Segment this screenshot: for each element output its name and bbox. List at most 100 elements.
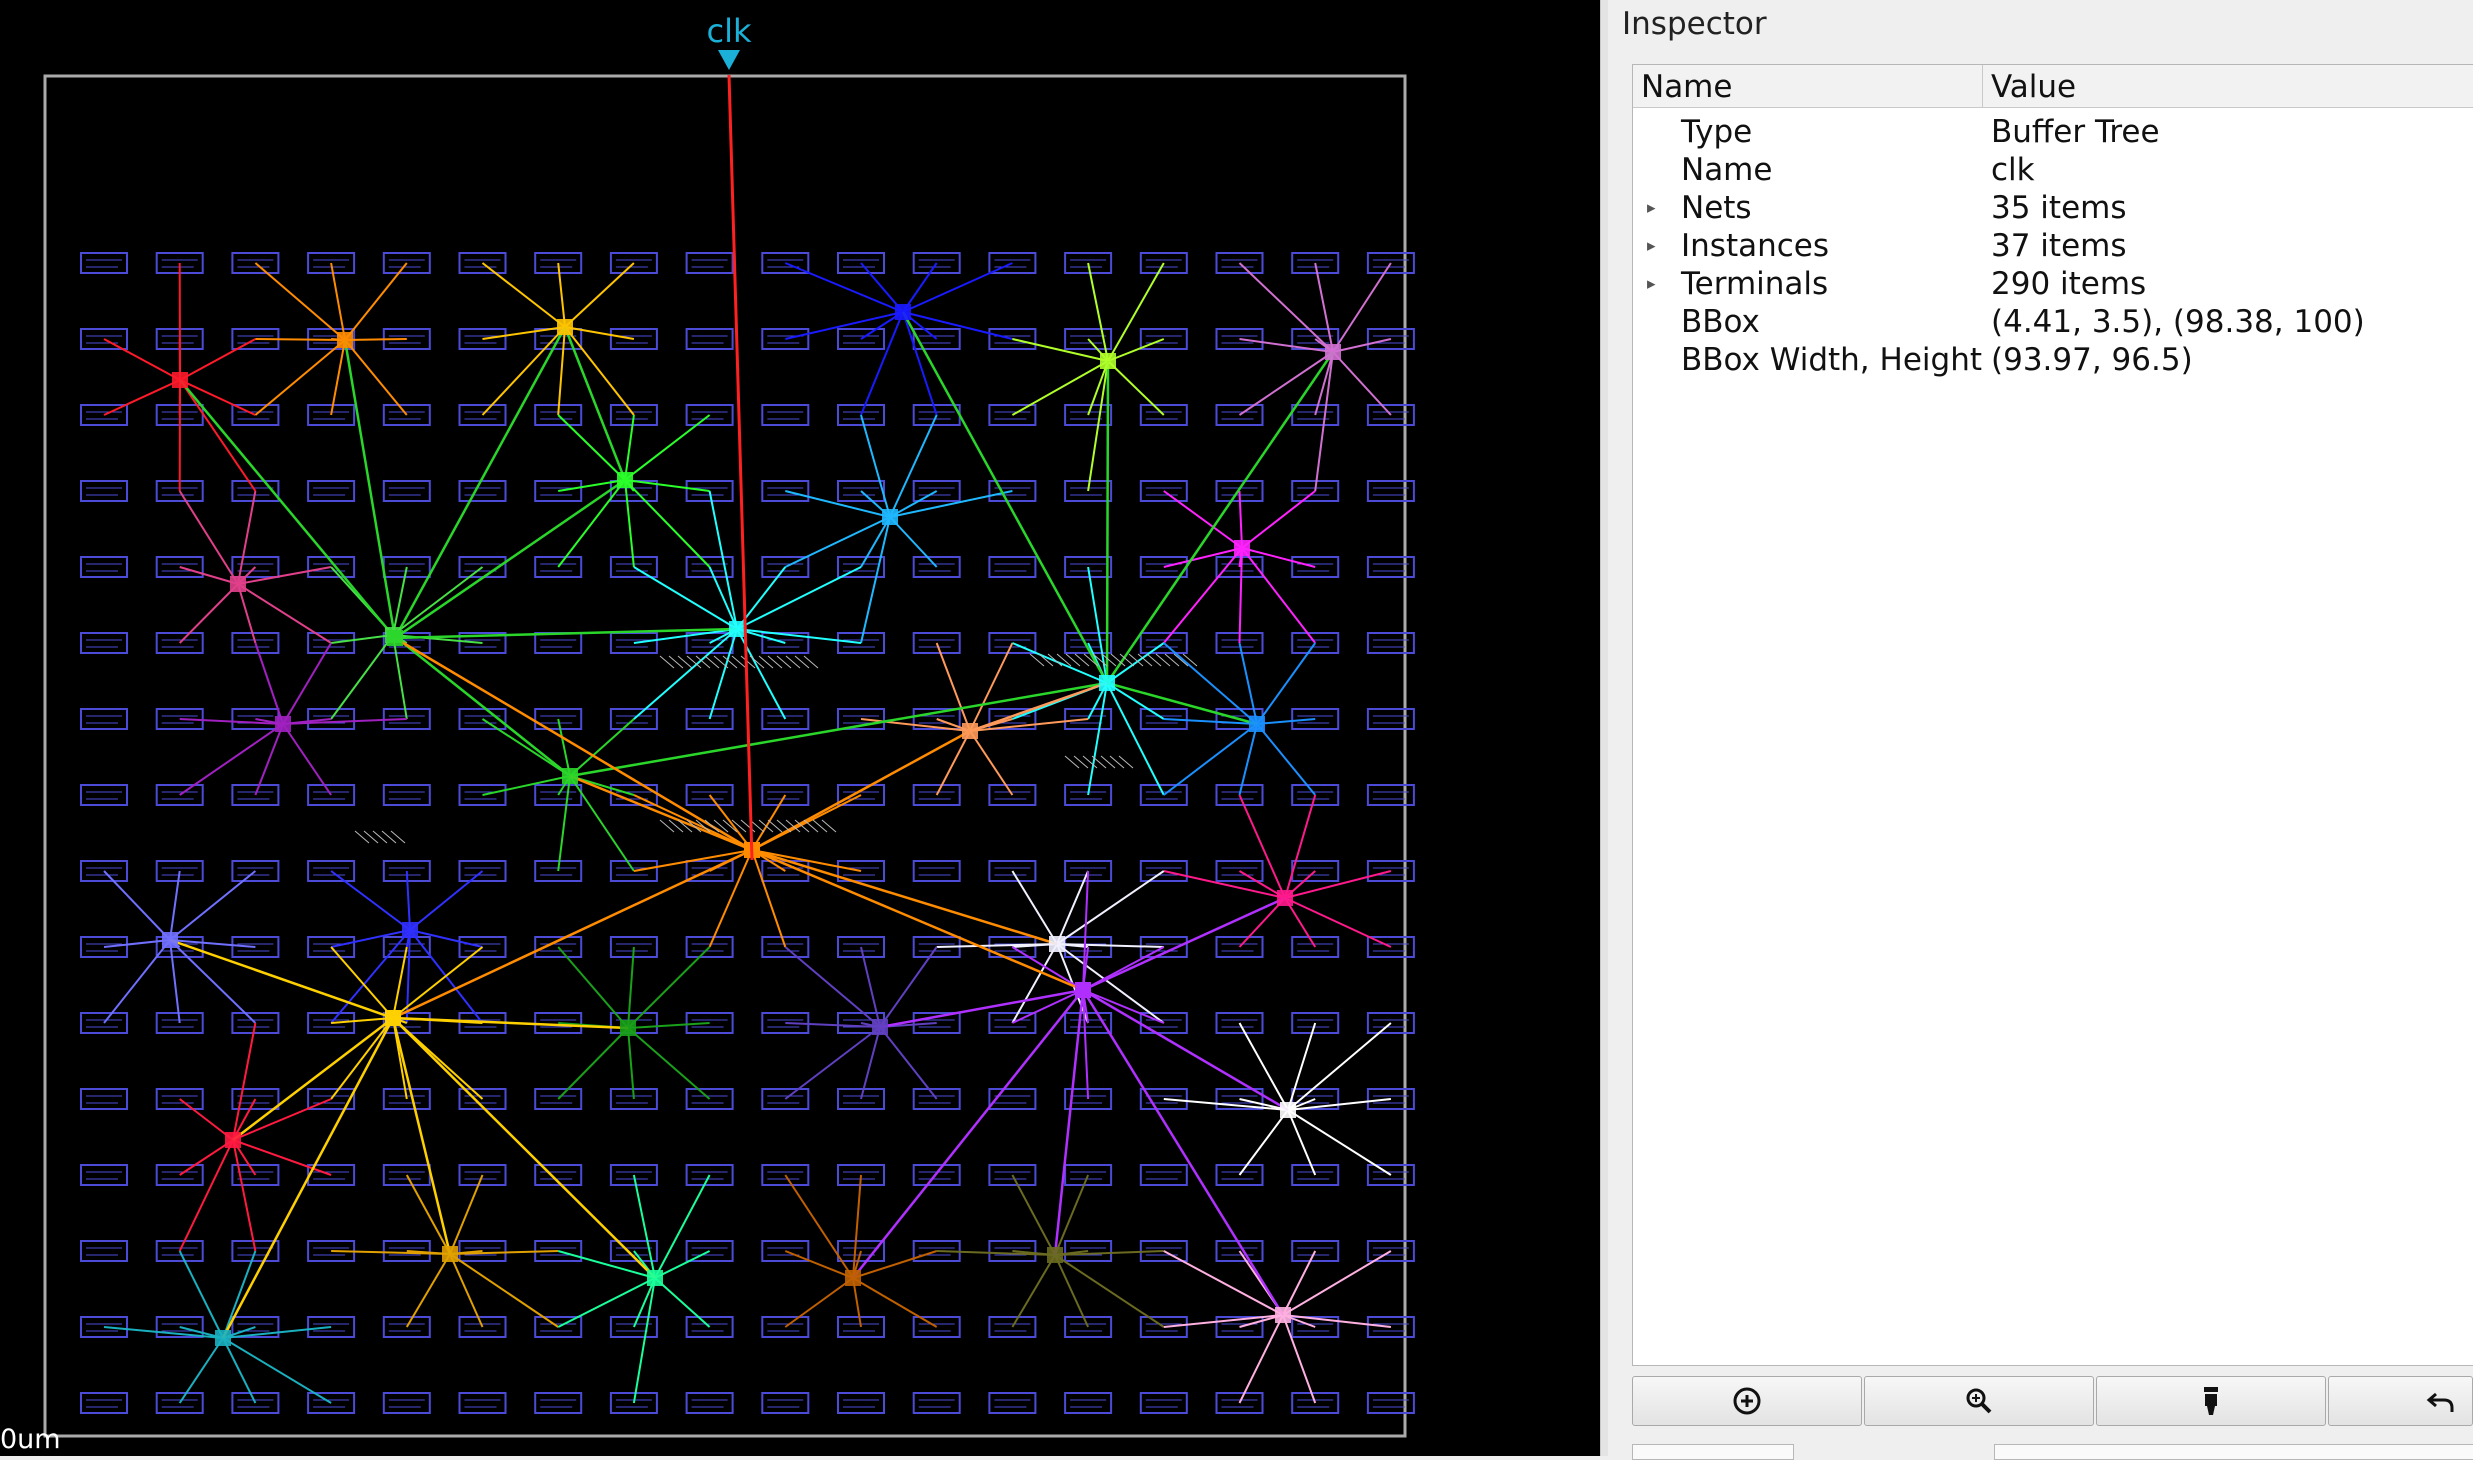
drc-hatch [714, 656, 728, 668]
clock-buffer[interactable] [1100, 353, 1116, 369]
clock-buffer[interactable] [1234, 540, 1250, 556]
drc-hatch [1183, 654, 1197, 666]
sink-wire [1240, 1110, 1289, 1175]
clock-buffer[interactable] [962, 723, 978, 739]
property-row[interactable]: BBox Width, Height(93.97, 96.5) [1633, 341, 2473, 379]
trunk-wire [903, 312, 1107, 683]
clock-buffer[interactable] [557, 319, 573, 335]
sink-wire [170, 940, 180, 1023]
clock-buffer[interactable] [1277, 890, 1293, 906]
bottom-control-right[interactable] [1994, 1444, 2473, 1460]
clock-buffer[interactable] [275, 716, 291, 732]
undo-button[interactable] [2328, 1376, 2473, 1426]
property-value: 290 items [1991, 265, 2146, 303]
expand-arrow-icon [1647, 151, 1667, 189]
bottom-control-left[interactable] [1632, 1444, 1794, 1460]
sink-wire [1288, 1023, 1315, 1110]
highlight-button[interactable] [2096, 1376, 2326, 1426]
zoom-to-fit-icon [1730, 1384, 1764, 1418]
standard-cell [81, 633, 127, 653]
clock-buffer[interactable] [162, 932, 178, 948]
scale-label: 0um [0, 1424, 61, 1456]
property-row[interactable]: BBox(4.41, 3.5), (98.38, 100) [1633, 303, 2473, 341]
sink-wire [1242, 491, 1315, 548]
clock-buffer[interactable] [172, 372, 188, 388]
clock-buffer[interactable] [1049, 936, 1065, 952]
clock-buffer[interactable] [387, 630, 403, 646]
layout-canvas[interactable]: clk [0, 0, 1600, 1456]
clock-buffer[interactable] [882, 509, 898, 525]
clock-buffer[interactable] [215, 1330, 231, 1346]
sink-wire [785, 947, 880, 1027]
sink-wire [1108, 361, 1164, 415]
sink-wire [1257, 643, 1315, 724]
clock-buffer[interactable] [1325, 344, 1341, 360]
property-tree[interactable]: Name Value TypeBuffer TreeNameclk▸Nets35… [1632, 64, 2473, 1366]
clock-pin-marker[interactable] [718, 50, 740, 70]
clock-buffer[interactable] [385, 1010, 401, 1026]
sink-wire [558, 1278, 655, 1327]
column-header-value[interactable]: Value [1983, 65, 2473, 107]
trunk-wire [393, 1018, 450, 1254]
clock-buffer[interactable] [225, 1132, 241, 1148]
drc-hatch [786, 656, 800, 668]
clock-buffer[interactable] [872, 1019, 888, 1035]
expand-arrow-icon[interactable]: ▸ [1647, 227, 1667, 265]
clock-buffer[interactable] [1047, 1247, 1063, 1263]
standard-cell [81, 1241, 127, 1261]
sink-wire [483, 719, 571, 776]
clock-buffer[interactable] [1099, 675, 1115, 691]
standard-cell [1368, 557, 1414, 577]
zoom-in-button[interactable] [1864, 1376, 2094, 1426]
clock-buffer[interactable] [1249, 716, 1265, 732]
drc-hatch [391, 831, 405, 843]
sink-wire [1283, 1315, 1315, 1403]
clock-buffer[interactable] [337, 332, 353, 348]
clock-buffer[interactable] [1075, 982, 1091, 998]
clock-buffer[interactable] [1275, 1307, 1291, 1323]
column-header-name[interactable]: Name [1633, 65, 1983, 107]
expand-arrow-icon[interactable]: ▸ [1647, 189, 1667, 227]
property-name: Name [1681, 151, 1772, 189]
sink-wire [331, 340, 345, 415]
clock-buffer[interactable] [1280, 1102, 1296, 1118]
clock-buffer[interactable] [442, 1246, 458, 1262]
clock-buffer[interactable] [895, 304, 911, 320]
clock-buffer[interactable] [230, 576, 246, 592]
drc-hatch [759, 656, 773, 668]
clock-buffer[interactable] [620, 1020, 636, 1036]
property-row[interactable]: Nameclk [1633, 151, 2473, 189]
standard-cell [81, 1165, 127, 1185]
sink-wire [1257, 724, 1315, 795]
clock-buffer[interactable] [402, 922, 418, 938]
inspector-toolbar [1632, 1376, 2473, 1426]
drc-hatch [660, 656, 674, 668]
sink-wire [1012, 361, 1108, 415]
sink-wire [710, 850, 752, 947]
property-row[interactable]: ▸Instances37 items [1633, 227, 2473, 265]
drc-hatch [669, 656, 683, 668]
property-value: Buffer Tree [1991, 113, 2160, 151]
sink-wire [345, 340, 407, 415]
expand-arrow-icon[interactable]: ▸ [1647, 265, 1667, 303]
zoom-to-fit-button[interactable] [1632, 1376, 1862, 1426]
property-row[interactable]: TypeBuffer Tree [1633, 113, 2473, 151]
clock-buffer[interactable] [562, 768, 578, 784]
clock-buffer[interactable] [729, 621, 745, 637]
sink-wire [233, 1099, 331, 1140]
inspector-title: Inspector [1622, 6, 1767, 42]
clock-buffer[interactable] [647, 1270, 663, 1286]
standard-cell [1141, 1165, 1187, 1185]
property-name: Terminals [1681, 265, 1828, 303]
property-row[interactable]: ▸ Terminals 290 items [1633, 265, 2473, 303]
clock-buffer[interactable] [617, 472, 633, 488]
sink-wire [890, 491, 1012, 517]
property-row[interactable]: ▸Nets35 items [1633, 189, 2473, 227]
sink-wire [1012, 1175, 1055, 1255]
sink-wire [104, 940, 170, 1023]
clock-buffer[interactable] [845, 1270, 861, 1286]
sink-wire [1107, 683, 1164, 795]
sink-wire [255, 340, 345, 415]
layout-viewer[interactable]: clk 0um [0, 0, 1600, 1456]
sink-wire [1240, 263, 1334, 352]
